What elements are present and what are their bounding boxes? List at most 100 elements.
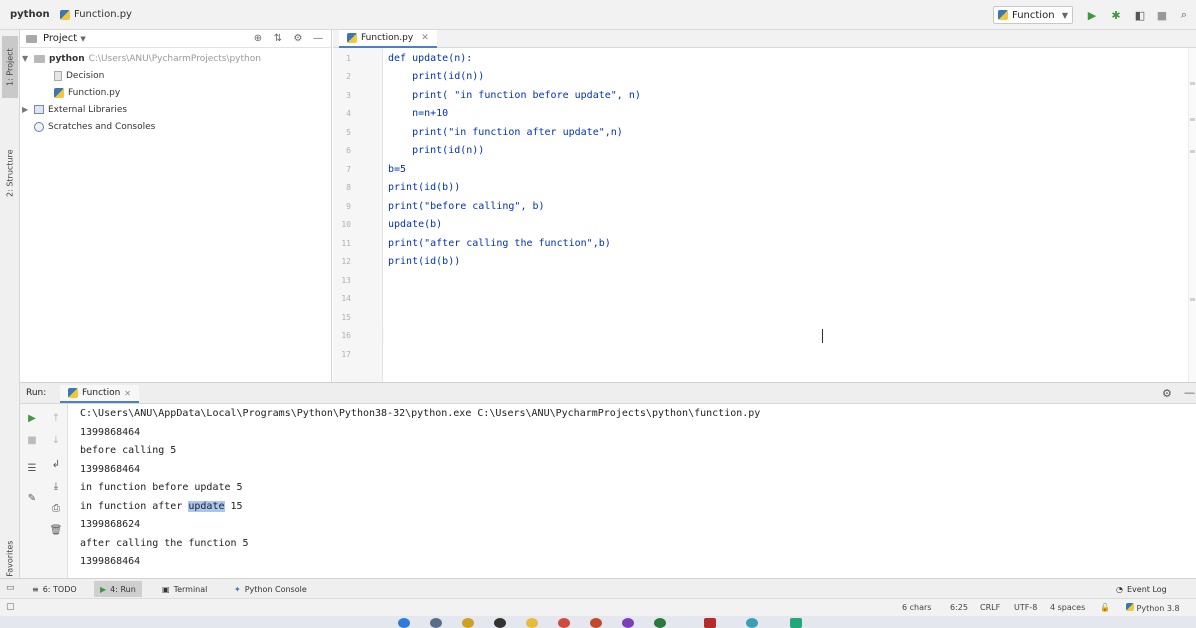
python-file-icon (347, 33, 357, 43)
tool-tab-todo[interactable]: ≡ 6: TODO (26, 581, 83, 597)
stop-icon[interactable]: ■ (24, 432, 40, 448)
code-line: n=n+10 (388, 108, 449, 119)
library-icon (34, 105, 44, 114)
breadcrumb-file[interactable]: Function.py (60, 9, 132, 20)
tool-tab-project[interactable]: 1: Project (2, 36, 18, 98)
edge-icon[interactable] (398, 618, 410, 628)
chevron-down-icon: ▼ (1061, 10, 1068, 20)
close-icon[interactable]: ✕ (421, 33, 429, 43)
breadcrumb-project[interactable]: python (10, 9, 50, 20)
chevron-right-icon: ▶ (22, 105, 29, 114)
trash-icon[interactable]: 🗑 (48, 522, 64, 538)
tool-tab-event-log[interactable]: ◔ Event Log (1110, 581, 1173, 597)
app-icon[interactable] (590, 618, 602, 628)
minimize-icon[interactable]: — (1184, 386, 1195, 399)
rerun-icon[interactable]: ▶ (24, 410, 40, 426)
line-number: 7 (346, 165, 351, 174)
arrow-up-icon[interactable]: ↑ (48, 410, 64, 426)
play-icon: ▶ (100, 584, 107, 594)
run-button[interactable]: ▶ (1084, 7, 1100, 23)
tool-window-toggle-icon[interactable]: ▢ (6, 602, 15, 612)
line-number: 5 (346, 128, 351, 137)
debug-button[interactable]: ✱ (1108, 7, 1124, 23)
console-text: in function after (80, 501, 189, 512)
lock-icon[interactable]: 🔓 (1100, 603, 1110, 612)
scroll-to-end-icon[interactable]: ⤓ (48, 478, 64, 494)
collapse-all-icon[interactable]: ⇅ (271, 33, 285, 44)
gear-icon[interactable]: ⚙ (1162, 387, 1172, 400)
minimize-icon[interactable]: — (311, 33, 325, 44)
search-everywhere-button[interactable]: ⌕ (1176, 7, 1192, 23)
locate-icon[interactable]: ⊕ (251, 33, 265, 44)
tree-item-external-libraries[interactable]: ▶ External Libraries (20, 101, 331, 118)
scratches-icon (34, 121, 44, 132)
status-line-separator[interactable]: CRLF (980, 603, 1000, 612)
coverage-button[interactable]: ◧ (1132, 7, 1148, 23)
bug-icon: ✱ (1111, 8, 1121, 22)
editor-tab-function[interactable]: Function.py ✕ (339, 30, 437, 48)
file-icon (54, 70, 62, 81)
console-output-line: before calling 5 (80, 445, 177, 456)
project-panel: Project ▼ ⊕ ⇅ ⚙ — ▼ python C:\Users\ANU\… (20, 30, 332, 382)
run-configuration-select[interactable]: Function ▼ (993, 6, 1073, 24)
restore-layout-icon[interactable]: ☰ (24, 460, 40, 476)
folder-icon (34, 54, 45, 63)
line-number: 4 (346, 109, 351, 118)
line-number: 6 (346, 146, 351, 155)
app-icon[interactable] (558, 618, 570, 628)
console-text: 15 (224, 501, 243, 512)
tree-item-scratches[interactable]: Scratches and Consoles (20, 118, 331, 135)
status-interpreter[interactable]: Python 3.8 (1126, 603, 1180, 613)
line-number: 13 (341, 276, 351, 285)
run-console-output[interactable]: C:\Users\ANU\AppData\Local\Programs\Pyth… (69, 404, 1196, 578)
app-icon[interactable] (494, 618, 506, 628)
app-icon[interactable] (462, 618, 474, 628)
scroll-marker (1190, 298, 1195, 301)
stop-button[interactable]: ■ (1154, 7, 1170, 23)
line-number: 17 (341, 350, 351, 359)
bottom-tool-tabs: ▭ ≡ 6: TODO ▶ 4: Run ▣ Terminal ✦ Python… (0, 578, 1196, 598)
soft-wrap-icon[interactable]: ↲ (48, 456, 64, 472)
editor-tab-label: Function.py (361, 33, 414, 43)
search-icon: ⌕ (1180, 8, 1188, 21)
tree-item-function-py[interactable]: Function.py (20, 84, 331, 101)
print-icon[interactable]: ⎙ (48, 500, 64, 516)
python-file-icon (68, 388, 78, 398)
run-tab-function[interactable]: Function ✕ (60, 385, 139, 403)
run-tab-label: Function (82, 388, 121, 398)
console-output-line: after calling the function 5 (80, 538, 249, 549)
stop-icon: ■ (1156, 8, 1168, 22)
app-icon[interactable] (430, 618, 442, 628)
close-icon[interactable]: ✕ (124, 389, 131, 398)
editor-scrollbar[interactable] (1188, 48, 1196, 382)
os-taskbar (0, 616, 1196, 628)
gear-icon[interactable]: ⚙ (291, 33, 305, 44)
code-editor[interactable]: def update(n): print(id(n)) print( "in f… (384, 48, 1188, 382)
status-encoding[interactable]: UTF-8 (1014, 603, 1037, 612)
tool-tab-python-console[interactable]: ✦ Python Console (228, 581, 313, 597)
folder-icon[interactable] (526, 618, 538, 628)
status-caret-position[interactable]: 6:25 (950, 603, 968, 612)
code-line: print("before calling", b) (388, 201, 545, 212)
console-output-line: 1399868464 (80, 427, 141, 438)
tool-tab-structure[interactable]: 2: Structure (2, 140, 18, 206)
line-number: 11 (341, 239, 351, 248)
status-indent[interactable]: 4 spaces (1050, 603, 1085, 612)
pin-icon[interactable]: ✎ (24, 490, 40, 506)
console-selection: update (188, 501, 225, 512)
app-icon[interactable] (746, 618, 758, 628)
app-icon[interactable] (704, 618, 716, 628)
project-view-select[interactable]: Project ▼ (43, 33, 245, 44)
tool-tab-terminal[interactable]: ▣ Terminal (156, 581, 213, 597)
tree-item-label: External Libraries (48, 104, 128, 115)
arrow-down-icon[interactable]: ↓ (48, 432, 64, 448)
status-bar: ▢ 6 chars 6:25 CRLF UTF-8 4 spaces 🔓 Pyt… (0, 598, 1196, 616)
tool-windows-icon[interactable]: ▭ (6, 583, 15, 593)
app-icon[interactable] (654, 618, 666, 628)
app-icon[interactable] (622, 618, 634, 628)
tool-tab-run[interactable]: ▶ 4: Run (94, 581, 142, 597)
tree-item-root[interactable]: ▼ python C:\Users\ANU\PycharmProjects\py… (20, 50, 331, 67)
tree-item-decision[interactable]: Decision (20, 67, 331, 84)
pycharm-icon[interactable] (790, 618, 802, 628)
line-number: 9 (346, 202, 351, 211)
